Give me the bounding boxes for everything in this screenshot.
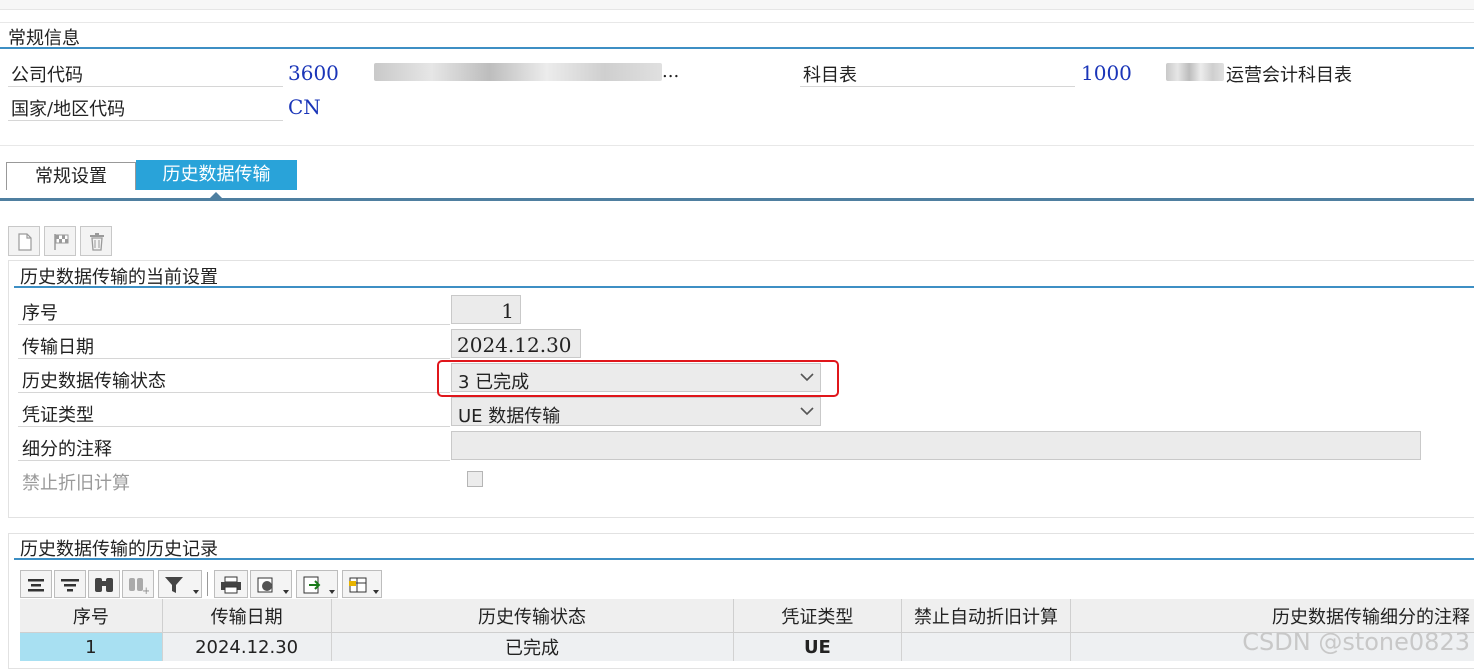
cell-date[interactable]: 2024.12.30 (162, 632, 332, 661)
export-icon (303, 576, 321, 594)
new-document-icon (18, 233, 32, 251)
col-seq[interactable]: 序号 (20, 599, 163, 633)
label-underline (8, 86, 283, 87)
header-divider (0, 47, 1474, 49)
doctype-select-value: UE 数据传输 (458, 406, 561, 427)
col-doctype[interactable]: 凭证类型 (733, 599, 903, 633)
filter-icon (165, 577, 183, 593)
watermark: CSDN @stone0823 (1242, 628, 1470, 656)
label-underline (8, 120, 283, 121)
checkered-flag-icon (54, 234, 69, 250)
date-field: 2024.12.30 (451, 329, 581, 358)
seq-value: 1 (501, 299, 514, 323)
general-info-header: 常规信息 (0, 22, 1474, 49)
cell-block-depreciation[interactable] (901, 632, 1071, 661)
binoculars-icon (95, 578, 113, 592)
chart-of-accounts-label: 科目表 (803, 65, 857, 86)
filter-button[interactable] (158, 570, 202, 598)
svg-text:+: + (142, 586, 149, 595)
find-button[interactable] (88, 570, 120, 598)
label-underline (800, 86, 1075, 87)
date-value: 2024.12.30 (457, 333, 572, 357)
chevron-down-icon (800, 407, 814, 416)
redacted-chart-prefix (1166, 63, 1224, 81)
doctype-select[interactable]: UE 数据传输 (451, 397, 821, 427)
label-underline (18, 392, 450, 393)
seq-label: 序号 (22, 303, 58, 324)
note-label: 细分的注释 (22, 439, 112, 460)
label-underline (18, 324, 450, 325)
active-tab-pointer (209, 192, 223, 199)
company-code-value[interactable]: 3600 (288, 61, 339, 85)
country-code-value[interactable]: CN (288, 95, 321, 119)
history-title-divider (14, 558, 1474, 560)
chart-of-accounts-desc: 运营会计科目表 (1226, 65, 1352, 86)
cell-seq[interactable]: 1 (20, 632, 163, 661)
toolbar-separator (207, 572, 208, 596)
delete-button[interactable] (80, 226, 112, 256)
label-underline (18, 460, 450, 461)
section-divider (0, 145, 1474, 146)
layout-icon (349, 577, 367, 593)
col-status[interactable]: 历史传输状态 (331, 599, 734, 633)
find-next-button[interactable]: + (122, 570, 154, 598)
block-depreciation-checkbox[interactable] (467, 471, 483, 487)
seq-field: 1 (451, 295, 521, 324)
sort-ascending-icon (28, 579, 44, 592)
tab-history-transfer[interactable]: 历史数据传输 (136, 160, 297, 190)
new-button[interactable] (8, 226, 40, 256)
sort-button[interactable] (54, 570, 86, 598)
company-name-ellipsis: ... (662, 61, 680, 82)
chart-of-accounts-value[interactable]: 1000 (1081, 61, 1132, 85)
tab-general-settings[interactable]: 常规设置 (6, 162, 136, 190)
align-center-button[interactable] (20, 570, 52, 598)
doctype-label: 凭证类型 (22, 405, 94, 426)
printer-icon (221, 576, 241, 594)
note-input[interactable] (451, 431, 1421, 460)
block-depreciation-label: 禁止折旧计算 (22, 473, 130, 494)
status-label: 历史数据传输状态 (22, 371, 166, 392)
highlight-annotation-box (437, 360, 839, 397)
redacted-company-name (374, 63, 662, 81)
panel-title-divider (14, 286, 1474, 288)
binoculars-plus-icon: + (129, 578, 149, 595)
export-button[interactable] (296, 570, 338, 598)
sort-descending-icon (61, 579, 79, 592)
col-block-depreciation[interactable]: 禁止自动折旧计算 (901, 599, 1071, 633)
label-underline (18, 426, 450, 427)
cell-doctype[interactable]: UE (733, 632, 903, 661)
views-icon (257, 577, 273, 593)
label-underline (18, 358, 450, 359)
dropdown-arrow-icon (329, 590, 335, 594)
flag-button[interactable] (44, 226, 76, 256)
view-button[interactable] (250, 570, 292, 598)
dropdown-arrow-icon (193, 590, 199, 594)
print-button[interactable] (214, 570, 248, 598)
top-toolbar-strip (0, 0, 1474, 10)
col-date[interactable]: 传输日期 (162, 599, 332, 633)
country-code-label: 国家/地区代码 (11, 99, 126, 120)
dropdown-arrow-icon (283, 590, 289, 594)
cell-status[interactable]: 已完成 (331, 632, 734, 661)
trash-icon (90, 233, 104, 251)
date-label: 传输日期 (22, 337, 94, 358)
layout-button[interactable] (342, 570, 382, 598)
company-code-label: 公司代码 (11, 65, 83, 86)
dropdown-arrow-icon (373, 590, 379, 594)
